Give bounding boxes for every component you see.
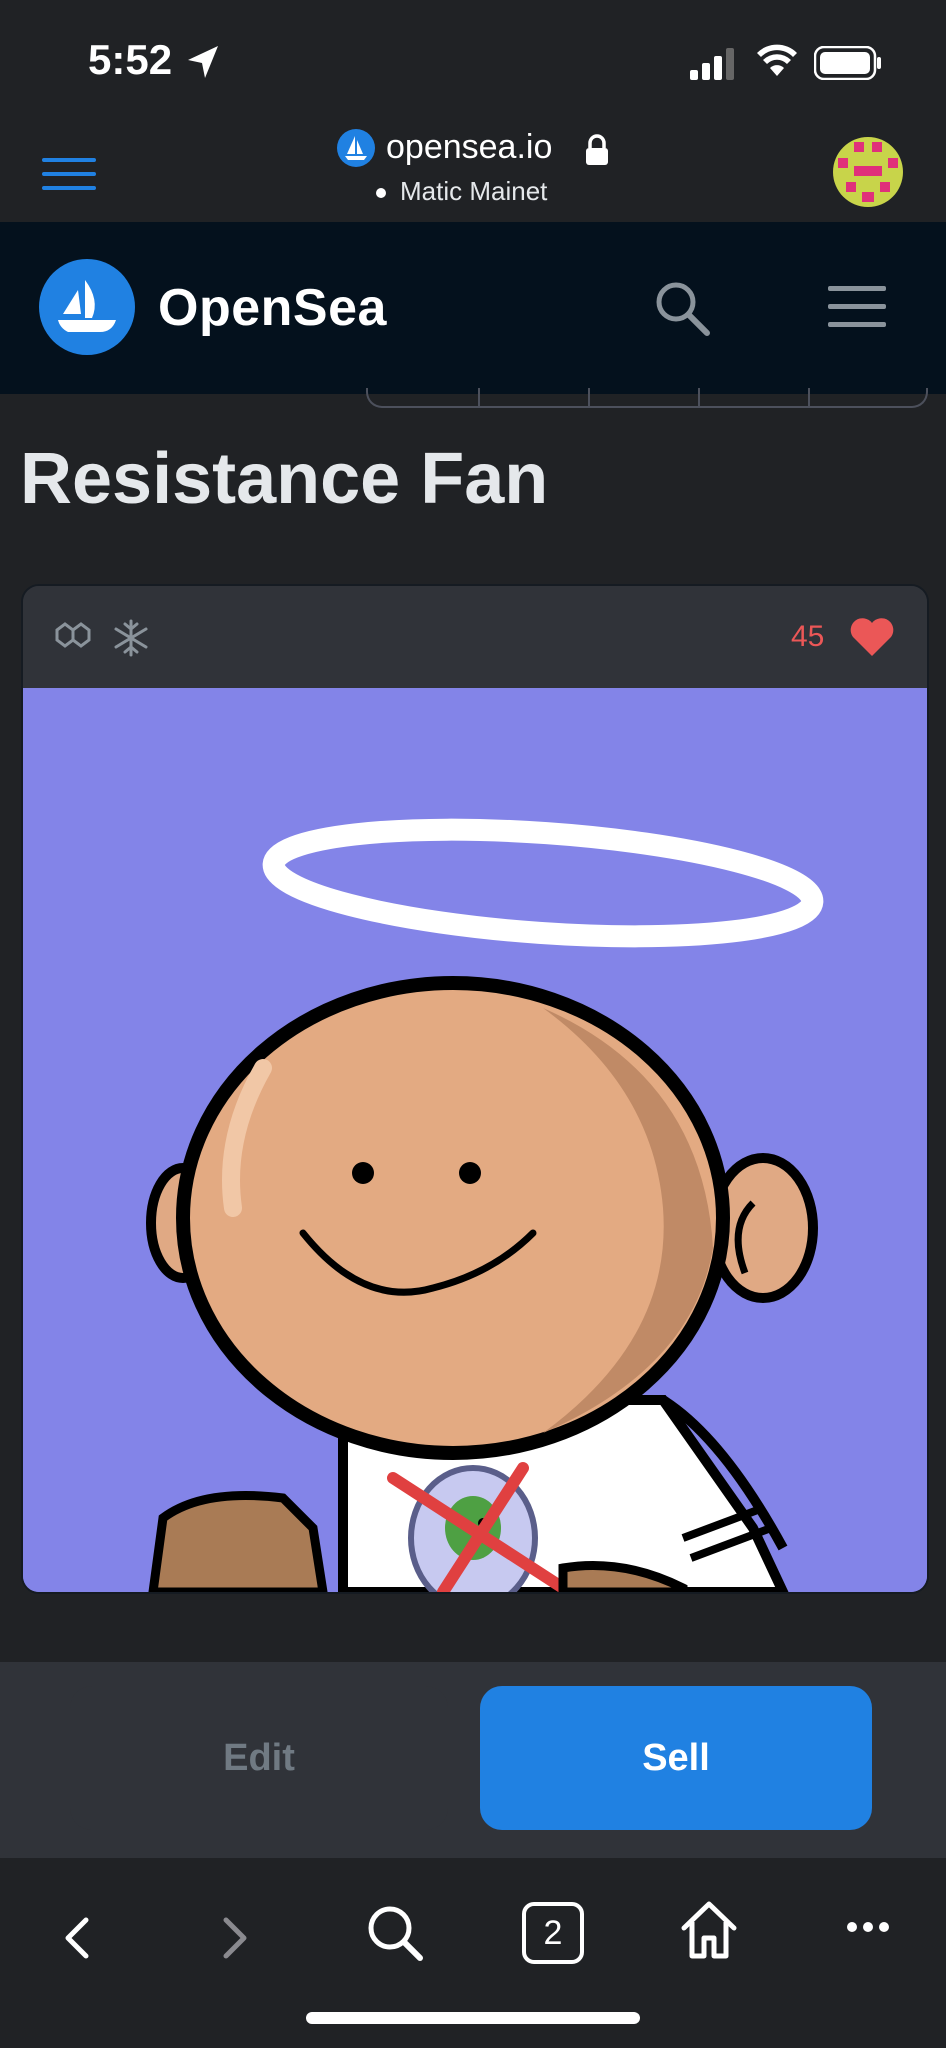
sell-button[interactable]: Sell — [480, 1686, 872, 1830]
segment-divider — [588, 388, 590, 406]
browser-search-icon[interactable] — [366, 1904, 424, 1962]
favorite-count: 45 — [791, 620, 825, 653]
site-header — [0, 222, 946, 394]
frozen-metadata-icon[interactable] — [111, 618, 151, 658]
battery-icon — [814, 46, 881, 80]
edit-button[interactable]: Edit — [70, 1686, 448, 1830]
nft-card: 45 — [21, 584, 929, 1594]
heart-icon[interactable] — [849, 616, 895, 658]
site-favicon-icon — [337, 129, 375, 167]
signal-icon — [690, 48, 734, 80]
nft-image[interactable] — [23, 688, 927, 1592]
home-icon[interactable] — [680, 1900, 738, 1960]
avatar[interactable] — [832, 136, 904, 208]
network-dot — [376, 188, 386, 198]
brand-name[interactable]: OpenSea — [158, 278, 387, 338]
status-time: 5:52 — [88, 36, 173, 83]
lock-icon — [586, 134, 608, 165]
segment-divider — [478, 388, 480, 406]
wifi-icon — [757, 44, 797, 76]
segment-divider — [808, 388, 810, 406]
opensea-logo-icon[interactable] — [38, 258, 136, 356]
more-icon[interactable] — [846, 1920, 890, 1934]
site-menu-icon[interactable] — [826, 284, 888, 330]
home-indicator — [306, 2012, 640, 2024]
segmented-control[interactable] — [366, 388, 928, 408]
page-title: Resistance Fan — [20, 439, 549, 519]
search-icon[interactable] — [652, 278, 712, 338]
forward-icon[interactable] — [220, 1916, 250, 1960]
segment-divider — [698, 388, 700, 406]
back-icon[interactable] — [62, 1916, 92, 1960]
url-text[interactable]: opensea.io — [386, 128, 552, 167]
tabs-icon[interactable]: 2 — [522, 1902, 584, 1964]
network-label: Matic Mainet — [400, 176, 548, 206]
location-arrow-icon — [188, 46, 218, 78]
menu-icon[interactable] — [42, 156, 96, 192]
polygon-chain-icon[interactable] — [53, 618, 93, 654]
